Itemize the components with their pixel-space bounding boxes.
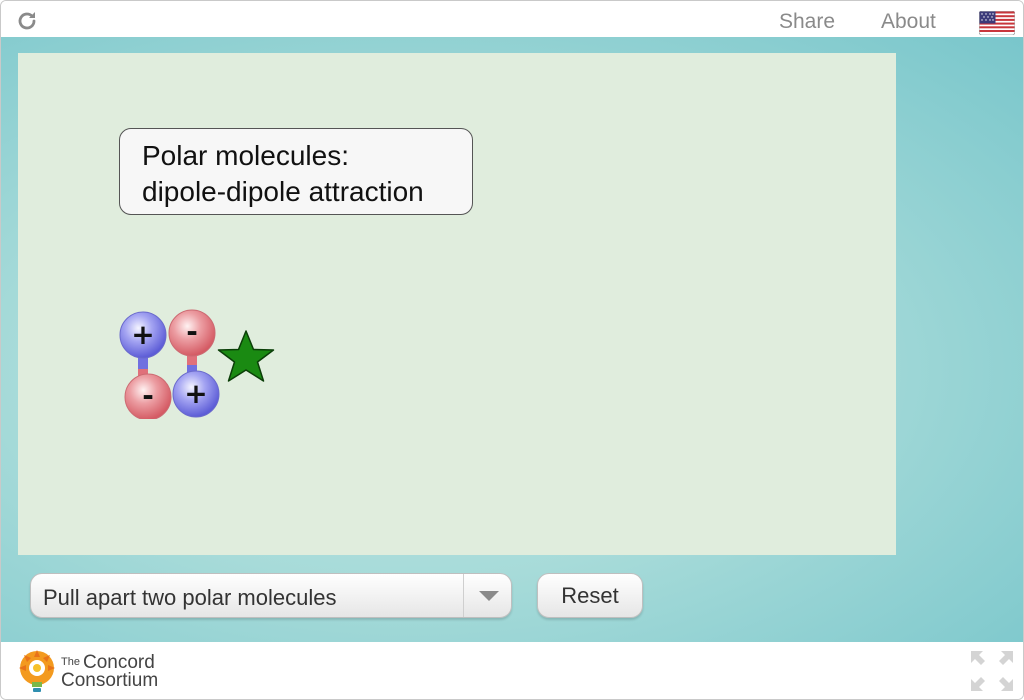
- positive-atom-1[interactable]: +: [119, 311, 167, 359]
- simulation-stage: Polar molecules: dipole-dipole attractio…: [1, 37, 1023, 642]
- negative-sign: -: [186, 315, 198, 348]
- scenario-dropdown-value: Pull apart two polar molecules: [43, 585, 337, 610]
- logo-text-consortium: Consortium: [61, 670, 159, 691]
- logo-text-the: The: [61, 656, 80, 668]
- lightbulb-logo-icon: [19, 650, 55, 692]
- share-link[interactable]: Share: [779, 10, 835, 34]
- chevron-down-icon[interactable]: [479, 591, 499, 601]
- fullscreen-icon[interactable]: [969, 649, 1015, 693]
- positive-atom-2[interactable]: +: [172, 370, 220, 418]
- simulation-canvas[interactable]: Polar molecules: dipole-dipole attractio…: [18, 53, 896, 555]
- negative-atom-2[interactable]: -: [168, 309, 216, 357]
- polar-molecules[interactable]: + - - +: [115, 299, 285, 419]
- app-window: Share About Polar molecules: dipole-dipo…: [0, 0, 1024, 700]
- scenario-dropdown[interactable]: Pull apart two polar molecules: [30, 573, 512, 618]
- negative-sign: -: [142, 379, 154, 412]
- negative-atom-1[interactable]: -: [124, 373, 172, 419]
- concord-consortium-logo[interactable]: The Concord Consortium: [17, 648, 167, 694]
- positive-sign: +: [131, 318, 154, 351]
- caption-line-2: dipole-dipole attraction: [142, 176, 424, 207]
- positive-sign: +: [184, 377, 207, 410]
- dropdown-divider: [463, 574, 464, 617]
- us-flag-icon[interactable]: [979, 11, 1015, 35]
- caption-box: Polar molecules: dipole-dipole attractio…: [119, 128, 473, 215]
- top-bar: Share About: [1, 1, 1023, 37]
- footer: The Concord Consortium: [1, 642, 1023, 699]
- reset-button[interactable]: Reset: [537, 573, 643, 618]
- star-marker[interactable]: [217, 330, 275, 382]
- reload-icon[interactable]: [15, 9, 39, 33]
- caption-line-1: Polar molecules:: [142, 140, 349, 171]
- reload-icon-graphic: [18, 12, 36, 30]
- about-link[interactable]: About: [881, 10, 936, 34]
